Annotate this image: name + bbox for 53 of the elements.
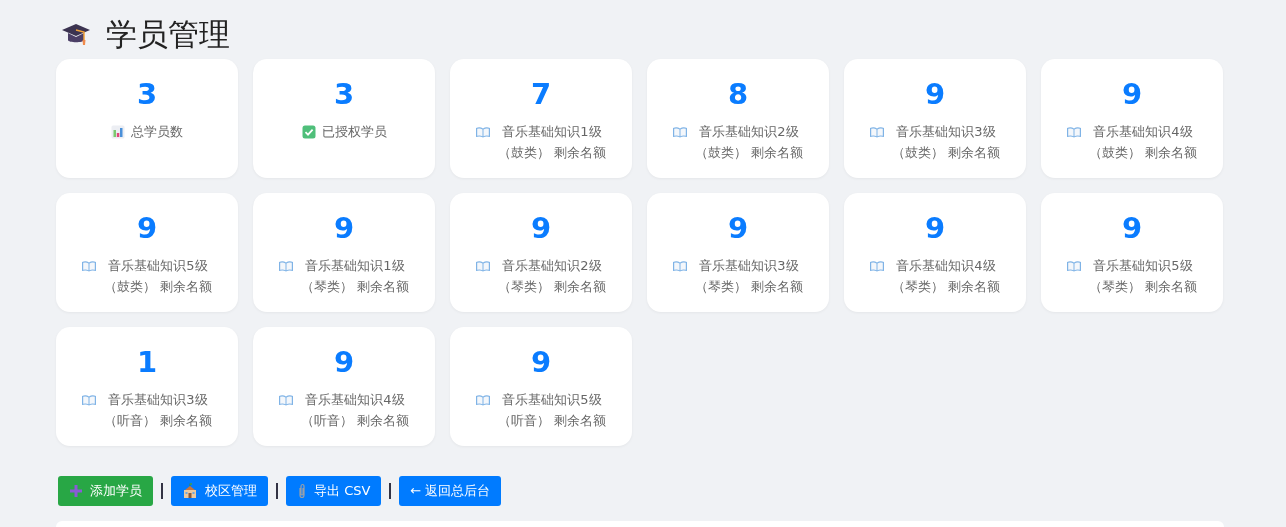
- paperclip-icon: [297, 483, 307, 499]
- stat-value: 8: [727, 77, 749, 111]
- stat-label: 音乐基础知识3级（听音） 剩余名额: [103, 391, 213, 430]
- stat-label: 总学员数: [131, 123, 183, 141]
- stat-label: 音乐基础知识5级（琴类） 剩余名额: [1088, 257, 1198, 296]
- stat-label: 音乐基础知识2级（琴类） 剩余名额: [497, 257, 607, 296]
- back-button[interactable]: ← 返回总后台: [399, 476, 502, 506]
- book-icon: [81, 259, 97, 273]
- stat-value: 9: [1121, 211, 1143, 245]
- book-icon: [475, 393, 491, 407]
- stat-value: 3: [333, 77, 355, 111]
- stat-label: 音乐基础知识3级（琴类） 剩余名额: [694, 257, 804, 296]
- stat-label: 音乐基础知识4级（鼓类） 剩余名额: [1088, 123, 1198, 162]
- stat-value: 9: [924, 77, 946, 111]
- stat-label: 音乐基础知识3级（鼓类） 剩余名额: [891, 123, 1001, 162]
- stat-label: 音乐基础知识4级（琴类） 剩余名额: [891, 257, 1001, 296]
- stat-label: 音乐基础知识5级（听音） 剩余名额: [497, 391, 607, 430]
- stat-value: 7: [530, 77, 552, 111]
- campus-button[interactable]: 校区管理: [171, 476, 268, 506]
- book-icon: [475, 259, 491, 273]
- book-icon: [672, 125, 688, 139]
- stat-value: 9: [333, 345, 355, 379]
- book-icon: [869, 259, 885, 273]
- stat-label: 音乐基础知识1级（琴类） 剩余名额: [300, 257, 410, 296]
- book-icon: [1066, 125, 1082, 139]
- book-icon: [278, 393, 294, 407]
- book-icon: [278, 259, 294, 273]
- stat-value: 9: [924, 211, 946, 245]
- building-icon: [182, 483, 198, 499]
- plus-icon: [69, 484, 83, 498]
- stat-label: 音乐基础知识1级（鼓类） 剩余名额: [497, 123, 607, 162]
- stat-value: 9: [136, 211, 158, 245]
- stat-label: 音乐基础知识5级（鼓类） 剩余名额: [103, 257, 213, 296]
- stat-value: 9: [530, 211, 552, 245]
- stat-label: 音乐基础知识2级（鼓类） 剩余名额: [694, 123, 804, 162]
- checkbox-icon: [301, 125, 316, 139]
- book-icon: [672, 259, 688, 273]
- book-icon: [475, 125, 491, 139]
- stat-value: 3: [136, 77, 158, 111]
- book-icon: [81, 393, 97, 407]
- book-icon: [869, 125, 885, 139]
- page-title: 学员管理: [106, 15, 230, 54]
- add-button[interactable]: 添加学员: [58, 476, 153, 506]
- stat-value: 9: [1121, 77, 1143, 111]
- stat-label: 音乐基础知识4级（听音） 剩余名额: [300, 391, 410, 430]
- bar-chart-icon: [111, 125, 125, 139]
- stat-label: 已授权学员: [321, 123, 387, 141]
- stat-value: 1: [136, 345, 158, 379]
- stat-value: 9: [333, 211, 355, 245]
- book-icon: [1066, 259, 1082, 273]
- stat-value: 9: [530, 345, 552, 379]
- stat-value: 9: [727, 211, 749, 245]
- export-button[interactable]: 导出 CSV: [286, 476, 382, 506]
